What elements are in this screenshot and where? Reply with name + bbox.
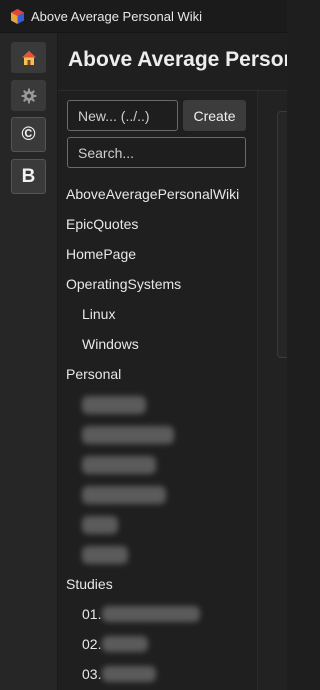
tree-item-study[interactable]: 03. [82, 664, 157, 684]
window-title: Above Average Personal Wiki [31, 8, 203, 24]
tree-item-studies[interactable]: Studies [66, 574, 113, 594]
app-header: Above Average Personal Wiki [58, 33, 287, 91]
create-button[interactable]: Create [183, 100, 246, 131]
copyright-label: © [21, 123, 36, 145]
study-number: 01. [82, 606, 102, 622]
app-logo-icon [11, 8, 24, 24]
copyright-button[interactable]: © [11, 117, 46, 152]
search-input[interactable] [67, 137, 246, 168]
redacted-text [102, 636, 149, 652]
study-number: 02. [82, 636, 102, 652]
page-sidebar: Create AboveAveragePersonalWiki EpicQuot… [58, 91, 258, 690]
redacted-text [102, 606, 201, 622]
content-card [277, 111, 287, 358]
title-bar: Above Average Personal Wiki [0, 0, 287, 33]
tree-item-epic-quotes[interactable]: EpicQuotes [66, 214, 138, 234]
tree-item-home-page[interactable]: HomePage [66, 244, 136, 264]
icon-rail: © B [0, 33, 58, 690]
page-title: Above Average Personal Wiki [68, 48, 287, 71]
tree-item-redacted[interactable] [82, 426, 174, 444]
tree-item-windows[interactable]: Windows [82, 334, 139, 354]
tree-item-redacted[interactable] [82, 456, 156, 474]
study-number: 03. [82, 666, 102, 682]
tree-item-personal[interactable]: Personal [66, 364, 121, 384]
redacted-text [102, 666, 157, 682]
home-button[interactable] [11, 42, 46, 73]
tree-item-redacted[interactable] [82, 546, 128, 564]
settings-button[interactable] [11, 80, 46, 111]
tree-item-redacted[interactable] [82, 486, 166, 504]
gear-icon [21, 88, 36, 103]
bold-button[interactable]: B [11, 159, 46, 194]
tree-item-study[interactable]: 01. [82, 604, 201, 624]
tree-item-root-page[interactable]: AboveAveragePersonalWiki [66, 184, 239, 204]
tree-item-redacted[interactable] [82, 516, 118, 534]
tree-item-study[interactable]: 02. [82, 634, 149, 654]
tree-item-linux[interactable]: Linux [82, 304, 115, 324]
tree-item-operating-systems[interactable]: OperatingSystems [66, 274, 181, 294]
bold-label: B [21, 165, 36, 187]
house-icon [21, 50, 36, 65]
tree-item-redacted[interactable] [82, 396, 146, 414]
content-pane [258, 91, 287, 690]
new-page-input[interactable] [67, 100, 178, 131]
main-area: Above Average Personal Wiki Create Above… [58, 33, 287, 690]
